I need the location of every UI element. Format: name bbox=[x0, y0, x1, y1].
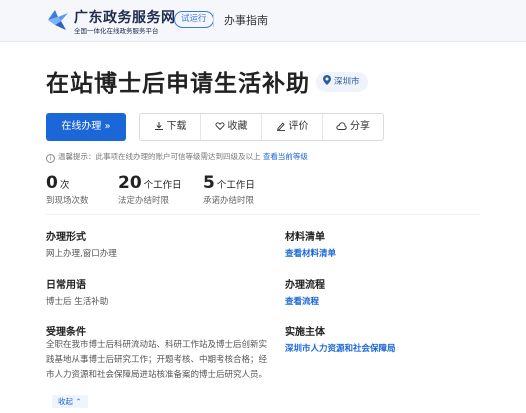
field-process: 办理流程 查看流程 bbox=[285, 276, 325, 307]
check-level-link[interactable]: 查看当前等级 bbox=[263, 152, 308, 161]
stat-promised-limit: 5 个工作日 承诺办结时限 bbox=[203, 173, 255, 206]
stat-legal-limit-label: 法定办结时限 bbox=[118, 196, 170, 206]
apply-online-button[interactable]: 在线办理 » bbox=[46, 113, 126, 141]
download-button[interactable]: 下载 bbox=[140, 114, 201, 140]
review-button[interactable]: 评价 bbox=[262, 114, 323, 140]
stat-visits-label: 到现场次数 bbox=[46, 196, 89, 206]
notice-text: 温馨提示：此事项在线办理的账户可信等级需达到四级及以上 bbox=[58, 152, 261, 161]
materials-key: 材料清单 bbox=[285, 232, 325, 243]
collapse-button[interactable]: 收起 ⌃ bbox=[52, 395, 88, 408]
handle-form-value: 网上办理,窗口办理 bbox=[46, 249, 117, 259]
common-terms-value: 博士后 生活补助 bbox=[46, 297, 109, 307]
heart-icon bbox=[214, 122, 225, 131]
action-bar: 下载 收藏 评价 分享 bbox=[139, 113, 384, 141]
field-common-terms: 日常用语 博士后 生活补助 bbox=[46, 276, 108, 307]
field-materials: 材料清单 查看材料清单 bbox=[285, 228, 336, 259]
agency-key: 实施主体 bbox=[285, 327, 325, 338]
stat-promised-limit-value: 5 bbox=[203, 173, 215, 193]
site-header: 广东政务服务网 全国一体化在线政务服务平台 试运行 办事指南 bbox=[0, 0, 526, 42]
share-label: 分享 bbox=[350, 121, 370, 132]
field-conditions: 受理条件 bbox=[46, 323, 86, 338]
favorite-button[interactable]: 收藏 bbox=[201, 114, 262, 140]
page-title: 在站博士后申请生活补助 bbox=[46, 71, 310, 97]
stat-visits: 0次 到现场次数 bbox=[46, 173, 89, 206]
brand-subtitle: 全国一体化在线政务服务平台 bbox=[74, 27, 159, 35]
materials-link[interactable]: 查看材料清单 bbox=[285, 247, 336, 259]
logo-icon[interactable] bbox=[46, 8, 70, 32]
handle-form-key: 办理形式 bbox=[46, 232, 86, 243]
favorite-label: 收藏 bbox=[227, 121, 248, 132]
process-link[interactable]: 查看流程 bbox=[285, 295, 325, 307]
conditions-text: 全职在我市博士后科研流动站、科研工作站及博士后创新实践基地从事博士后研究工作；开… bbox=[46, 340, 268, 380]
download-label: 下载 bbox=[166, 121, 187, 132]
share-cloud-icon bbox=[336, 122, 347, 130]
notice-bar: i 温馨提示：此事项在线办理的账户可信等级需达到四级及以上 查看当前等级 bbox=[46, 151, 308, 163]
process-key: 办理流程 bbox=[285, 280, 325, 291]
header-divider bbox=[213, 13, 214, 27]
common-terms-key: 日常用语 bbox=[46, 280, 86, 291]
field-handle-form: 办理形式 网上办理,窗口办理 bbox=[46, 228, 117, 259]
trial-badge: 试运行 bbox=[174, 11, 214, 28]
download-icon bbox=[154, 122, 163, 130]
review-label: 评价 bbox=[288, 121, 309, 132]
agency-link[interactable]: 深圳市人力资源和社会保障局 bbox=[285, 342, 396, 354]
section-divider bbox=[46, 214, 480, 215]
info-icon: i bbox=[46, 154, 55, 163]
stat-visits-unit: 次 bbox=[59, 180, 70, 191]
location-tag[interactable]: 深圳市 bbox=[316, 72, 368, 92]
stat-promised-limit-unit: 个工作日 bbox=[216, 180, 255, 191]
nav-guide[interactable]: 办事指南 bbox=[224, 12, 268, 28]
stat-visits-value: 0 bbox=[46, 173, 58, 193]
stat-legal-limit: 20 个工作日 法定办结时限 bbox=[118, 173, 182, 206]
stat-legal-limit-unit: 个工作日 bbox=[143, 180, 182, 191]
stat-legal-limit-value: 20 bbox=[118, 173, 142, 193]
location-label: 深圳市 bbox=[334, 77, 360, 87]
location-pin-icon bbox=[323, 75, 331, 85]
edit-icon bbox=[276, 122, 285, 131]
field-agency: 实施主体 深圳市人力资源和社会保障局 bbox=[285, 323, 396, 354]
brand-title[interactable]: 广东政务服务网 bbox=[74, 7, 176, 27]
stat-promised-limit-label: 承诺办结时限 bbox=[203, 196, 255, 206]
share-button[interactable]: 分享 bbox=[323, 114, 383, 140]
conditions-key: 受理条件 bbox=[46, 327, 86, 338]
